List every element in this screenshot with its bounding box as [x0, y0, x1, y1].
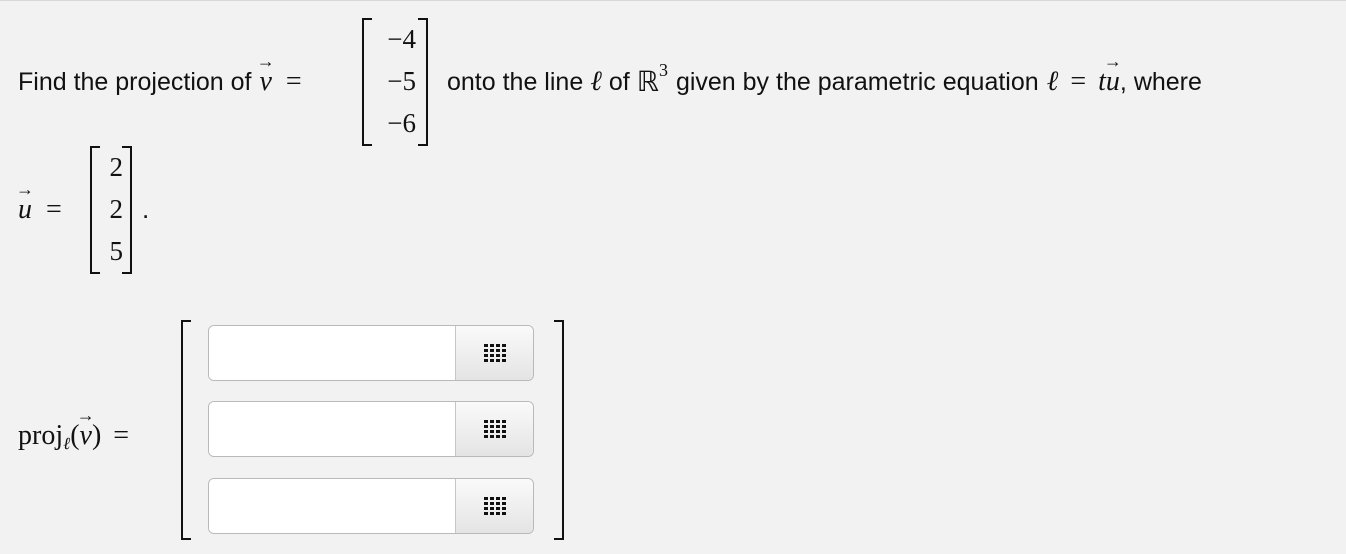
u-entry-3: 5 — [109, 236, 124, 266]
answer-right-bracket — [554, 320, 564, 540]
matrix-entry-button-3[interactable] — [455, 479, 533, 533]
equals-sign-2: = — [1070, 66, 1087, 97]
u-vector-symbol-def: u — [18, 194, 32, 226]
v-vector-matrix: −4 −5 −6 — [362, 18, 428, 146]
question-mid-3: given by the parametric equation — [675, 67, 1039, 96]
answer-field-2 — [208, 401, 534, 457]
projection-label: proj ℓ ( v ) = — [18, 416, 129, 456]
line-symbol-2: ℓ — [1046, 66, 1059, 97]
u-equals-sign: = — [46, 194, 62, 225]
answer-field-3 — [208, 478, 534, 534]
right-bracket — [122, 146, 132, 274]
space-symbol: ℝ — [636, 67, 659, 98]
matrix-grid-icon — [483, 344, 506, 362]
question-mid-2: of — [608, 67, 630, 96]
question-text-continued: onto the line ℓ of ℝ 3 given by the para… — [447, 60, 1202, 100]
u-vector-matrix: 2 2 5 — [90, 146, 132, 274]
u-vector-symbol: u — [1106, 66, 1120, 98]
left-bracket — [362, 18, 372, 146]
line-symbol: ℓ — [590, 66, 602, 97]
right-bracket — [418, 18, 428, 146]
matrix-entry-button-1[interactable] — [455, 326, 533, 380]
space-exponent: 3 — [658, 59, 668, 80]
u-definition: u = — [18, 192, 62, 228]
answer-input-3[interactable] — [209, 479, 457, 533]
left-bracket — [90, 146, 100, 274]
v-entry-2: −5 — [387, 66, 416, 96]
proj-v-symbol: v — [80, 420, 92, 452]
answer-left-bracket — [181, 320, 191, 540]
u-period: . — [142, 194, 150, 224]
answer-input-1[interactable] — [209, 326, 457, 380]
question-text: Find the projection of v = — [18, 64, 302, 100]
v-entry-3: −6 — [387, 108, 416, 138]
matrix-entry-button-2[interactable] — [455, 402, 533, 456]
u-entry-2: 2 — [109, 194, 124, 224]
matrix-grid-icon — [483, 497, 506, 515]
answer-field-1 — [208, 325, 534, 381]
v-vector-symbol: v — [259, 66, 271, 98]
proj-text: proj — [18, 420, 64, 451]
v-entry-1: −4 — [387, 24, 416, 54]
matrix-grid-icon — [483, 420, 506, 438]
equals-sign: = — [285, 66, 302, 97]
question-mid-1: onto the line — [447, 67, 584, 96]
question-prefix: Find the projection of — [18, 67, 252, 96]
proj-equals-sign: = — [113, 420, 130, 451]
proj-subscript: ℓ — [63, 434, 71, 453]
u-entry-1: 2 — [109, 152, 124, 182]
top-divider — [0, 0, 1346, 1]
answer-input-2[interactable] — [209, 402, 457, 456]
question-suffix: , where — [1119, 67, 1202, 96]
